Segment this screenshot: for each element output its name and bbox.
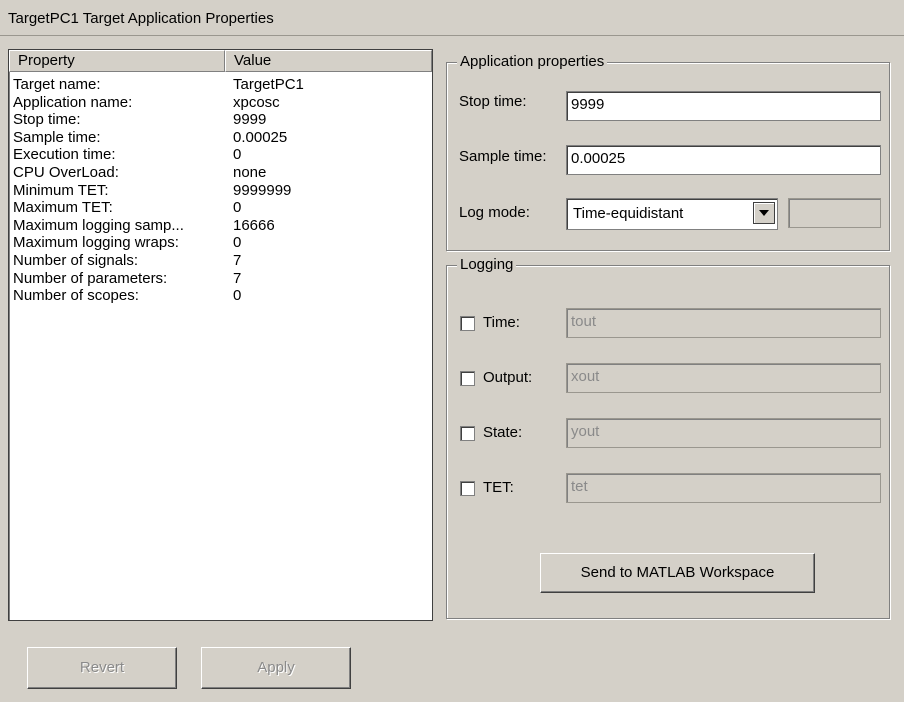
title-bar: TargetPC1 Target Application Properties — [0, 0, 904, 36]
log-mode-label: Log mode: — [459, 204, 530, 221]
table-row[interactable]: Target name: TargetPC1 — [9, 76, 432, 94]
state-variable-input: yout — [566, 418, 881, 448]
revert-button[interactable]: Revert — [27, 647, 177, 689]
apply-button[interactable]: Apply — [201, 647, 351, 689]
logging-legend: Logging — [457, 256, 517, 273]
output-variable-input: xout — [566, 363, 881, 393]
property-name: Stop time: — [13, 111, 81, 129]
output-label: Output: — [483, 369, 533, 386]
table-header: Property Value — [9, 50, 432, 72]
table-row[interactable]: Maximum logging wraps: 0 — [9, 234, 432, 252]
stop-time-input[interactable]: 9999 — [566, 91, 881, 121]
property-name: Number of parameters: — [13, 269, 168, 287]
property-value: 0 — [233, 199, 242, 217]
sample-time-label: Sample time: — [459, 148, 547, 165]
chevron-down-icon[interactable] — [753, 202, 775, 224]
property-value: 0.00025 — [233, 128, 288, 146]
property-value: 0 — [233, 146, 242, 164]
table-row[interactable]: Maximum logging samp... 16666 — [9, 217, 432, 235]
log-mode-dropdown[interactable]: Time-equidistant — [566, 198, 778, 230]
state-label: State: — [483, 424, 523, 441]
property-name: Number of scopes: — [13, 287, 139, 305]
application-properties-legend: Application properties — [457, 53, 608, 70]
property-name: Minimum TET: — [13, 181, 109, 199]
tet-label: TET: — [483, 479, 514, 496]
property-value: none — [233, 163, 267, 181]
state-checkbox[interactable] — [460, 426, 475, 441]
sample-time-input[interactable]: 0.00025 — [566, 145, 881, 175]
table-row[interactable]: Number of scopes: 0 — [9, 287, 432, 305]
table-row[interactable]: Maximum TET: 0 — [9, 199, 432, 217]
time-checkbox[interactable] — [460, 316, 475, 331]
table-row[interactable]: Application name: xpcosc — [9, 94, 432, 112]
tet-checkbox[interactable] — [460, 481, 475, 496]
log-mode-extra-input — [788, 198, 881, 228]
property-value: 0 — [233, 234, 242, 252]
property-value: 9999999 — [233, 181, 292, 199]
property-name: Application name: — [13, 93, 133, 111]
property-value: 0 — [233, 287, 242, 305]
property-value: 9999 — [233, 111, 267, 129]
table-row[interactable]: Number of signals: 7 — [9, 252, 432, 270]
window-title: TargetPC1 Target Application Properties — [8, 10, 274, 27]
property-name: Number of signals: — [13, 251, 139, 269]
property-name: CPU OverLoad: — [13, 163, 119, 181]
table-body: Target name: TargetPC1 Application name: x… — [9, 76, 432, 305]
property-name: Maximum logging wraps: — [13, 234, 179, 252]
property-value: 7 — [233, 269, 242, 287]
table-row[interactable]: Execution time: 0 — [9, 146, 432, 164]
property-name: Target name: — [13, 76, 101, 93]
properties-table[interactable]: Property Value Target name: TargetPC1 App… — [8, 49, 433, 621]
log-mode-value: Time-equidistant — [573, 205, 684, 222]
output-checkbox[interactable] — [460, 371, 475, 386]
table-row[interactable]: Minimum TET: 9999999 — [9, 182, 432, 200]
stop-time-label: Stop time: — [459, 93, 527, 110]
property-value: TargetPC1 — [233, 76, 304, 93]
column-header-property[interactable]: Property — [9, 50, 225, 72]
property-value: xpcosc — [233, 93, 280, 111]
tet-variable-input: tet — [566, 473, 881, 503]
column-header-value[interactable]: Value — [225, 50, 432, 72]
property-name: Maximum TET: — [13, 199, 113, 217]
table-row[interactable]: Sample time: 0.00025 — [9, 129, 432, 147]
property-value: 16666 — [233, 216, 275, 234]
property-name: Maximum logging samp... — [13, 216, 184, 234]
property-name: Execution time: — [13, 146, 116, 164]
table-row[interactable]: Number of parameters: 7 — [9, 270, 432, 288]
time-label: Time: — [483, 314, 520, 331]
table-row[interactable]: Stop time: 9999 — [9, 111, 432, 129]
property-name: Sample time: — [13, 128, 101, 146]
send-to-matlab-workspace-button[interactable]: Send to MATLAB Workspace — [540, 553, 815, 593]
property-value: 7 — [233, 251, 242, 269]
table-row[interactable]: CPU OverLoad: none — [9, 164, 432, 182]
time-variable-input: tout — [566, 308, 881, 338]
